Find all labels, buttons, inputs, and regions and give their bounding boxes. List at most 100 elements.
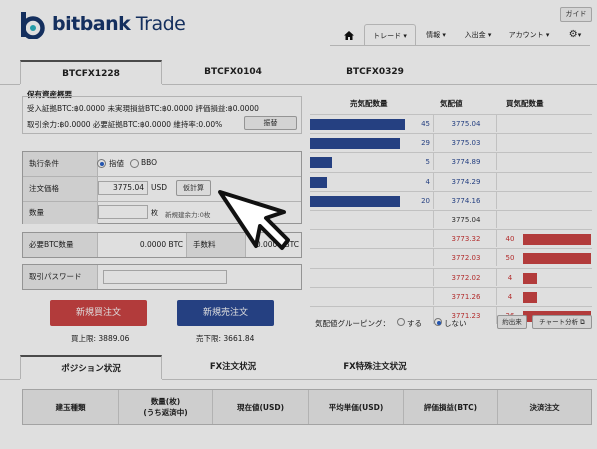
buy-limit: 買上限: 3889.06 — [71, 334, 130, 343]
bid-qty: 40 — [505, 235, 515, 244]
ob-buy-cell: 4 — [497, 288, 592, 305]
bid-depth-bar — [523, 234, 591, 246]
radio-group-yes[interactable] — [397, 318, 405, 326]
tab-fx-special-orders[interactable]: FX特殊注文状況 — [304, 355, 446, 379]
password-input[interactable] — [103, 270, 227, 284]
ob-head-price: 気配値 — [440, 99, 463, 108]
ob-sell-cell: 5 — [310, 153, 433, 170]
bid-qty: 50 — [505, 254, 515, 263]
radio-bbo[interactable] — [130, 159, 139, 168]
positions-table-header: 建玉種類 数量(枚) (うち返済中) 現在値(USD) 平均単価(USD) 評価… — [22, 389, 592, 425]
ob-row-mid[interactable]: 3775.04 — [310, 210, 592, 228]
ob-sell-cell — [310, 230, 433, 247]
sell-button[interactable]: 新規売注文 — [177, 300, 274, 326]
qty-input[interactable] — [98, 205, 148, 219]
ask-qty: 45 — [421, 120, 430, 128]
password-label: 取引パスワード — [23, 265, 98, 289]
nav-trade[interactable]: トレード ▾ — [364, 24, 416, 46]
ob-row-ask[interactable]: 5 3774.89 — [310, 152, 592, 171]
guide-button[interactable]: ガイド — [560, 7, 592, 22]
ob-price-cell: 3775.04 — [433, 115, 497, 132]
transfer-button[interactable]: 振替 — [244, 116, 297, 130]
ob-price-cell: 3771.26 — [433, 287, 497, 305]
th-avg: 平均単価(USD) — [309, 390, 404, 424]
ob-price-cell: 3774.89 — [433, 153, 497, 171]
ob-price-cell: 3773.32 — [433, 230, 497, 248]
ob-row-ask[interactable]: 4 3774.29 — [310, 171, 592, 190]
tab-divider — [0, 379, 20, 380]
tab-positions[interactable]: ポジション状況 — [20, 355, 162, 379]
summary-line-2: 取引余力:฿0.0000 必要証拠BTC:฿0.0000 維持率:0.00% — [27, 120, 223, 129]
margin-value: 0.0000 BTC — [139, 240, 183, 249]
ob-sell-cell — [310, 249, 433, 266]
tab-btcfx0329[interactable]: BTCFX0329 — [304, 60, 446, 84]
ob-price: 3775.04 — [451, 216, 481, 224]
ask-depth-bar — [310, 176, 328, 188]
nav-divider — [330, 45, 590, 46]
tab-divider — [162, 84, 597, 85]
ob-row-bid[interactable]: 3772.02 4 — [310, 267, 592, 286]
margin-label: 必要BTC数量 — [23, 233, 98, 257]
ob-row-ask[interactable]: 20 3774.16 — [310, 190, 592, 209]
bid-bar-area — [523, 249, 592, 266]
th-type: 建玉種類 — [23, 390, 119, 424]
ob-buy-cell: 4 — [497, 269, 592, 286]
chart-button[interactable]: チャート分析 ⧉ — [532, 315, 592, 329]
ob-row-bid[interactable]: 3773.32 40 — [310, 229, 592, 248]
calc-button[interactable]: 仮計算 — [176, 180, 211, 196]
ob-head-buy: 買気配数量 — [506, 99, 544, 108]
ob-sell-cell: 29 — [310, 134, 433, 151]
bid-qty: 4 — [507, 273, 513, 282]
bid-bar-area — [523, 288, 592, 305]
ask-depth-bar — [310, 157, 333, 169]
radio-bbo-label: BBO — [141, 158, 158, 167]
nav-account[interactable]: アカウント ▾ — [503, 24, 555, 46]
price-input[interactable]: 3775.04 — [98, 181, 148, 195]
ob-buy-cell: 40 — [497, 230, 592, 247]
bid-depth-bar — [523, 291, 537, 303]
radio-limit[interactable] — [97, 159, 106, 168]
ask-qty: 20 — [421, 196, 430, 205]
bid-depth-bar — [523, 272, 537, 284]
summary-line-1: 受入証拠BTC:฿0.0000 未実現損益BTC:฿0.0000 評価損益:฿0… — [27, 104, 259, 113]
ob-price-cell: 3775.04 — [433, 211, 497, 228]
ob-price-cell: 3774.29 — [433, 172, 497, 190]
tab-fx-orders[interactable]: FX注文状況 — [162, 355, 304, 379]
tab-btcfx0104[interactable]: BTCFX0104 — [162, 60, 304, 84]
ob-price-cell: 3774.16 — [433, 191, 497, 209]
ob-price: 3774.29 — [451, 177, 481, 186]
buy-button[interactable]: 新規買注文 — [50, 300, 147, 326]
ob-price: 3771.26 — [451, 292, 481, 301]
radio-group-yes-label: する — [407, 319, 422, 328]
ob-buy-cell — [497, 211, 592, 228]
grouping-label: 気配値グルーピング： — [315, 319, 390, 328]
th-settle: 決済注文 — [529, 402, 560, 412]
ask-qty: 5 — [425, 158, 430, 167]
new-limit: 新規建余力:0枚 — [165, 211, 211, 219]
ob-row-ask[interactable]: 29 3775.03 — [310, 133, 592, 152]
ob-price: 3775.03 — [451, 139, 481, 148]
ask-depth-bar — [310, 195, 400, 207]
nav-info[interactable]: 情報 ▾ — [420, 24, 452, 46]
th-current: 現在値(USD) — [213, 390, 309, 424]
radio-group-no-label: しない — [444, 319, 467, 328]
ask-depth-bar — [310, 138, 400, 150]
price-label: 注文価格 — [23, 177, 98, 201]
settings-menu[interactable]: ⚙▾ — [562, 24, 588, 46]
ob-price-cell: 3772.02 — [433, 268, 497, 286]
ob-row-bid[interactable]: 3771.26 4 — [310, 286, 592, 305]
ob-sell-cell — [310, 269, 433, 286]
ob-price: 3774.89 — [451, 158, 481, 167]
tab-btcfx1228[interactable]: BTCFX1228 — [20, 60, 162, 84]
ob-sell-cell — [310, 211, 433, 228]
history-button[interactable]: 約出来 — [497, 315, 527, 329]
nav-deposit[interactable]: 入出金 ▾ — [458, 24, 498, 46]
ob-row-bid[interactable]: 3772.03 50 — [310, 248, 592, 267]
brand-name: bitbank Trade — [52, 13, 186, 35]
ob-row-ask[interactable]: 45 3775.04 — [310, 114, 592, 132]
cond-label: 執行条件 — [23, 152, 98, 176]
ob-head-sell: 売気配数量 — [350, 99, 388, 108]
radio-group-no[interactable] — [434, 318, 442, 326]
home-icon[interactable] — [338, 24, 360, 46]
ob-sell-cell — [310, 288, 433, 305]
